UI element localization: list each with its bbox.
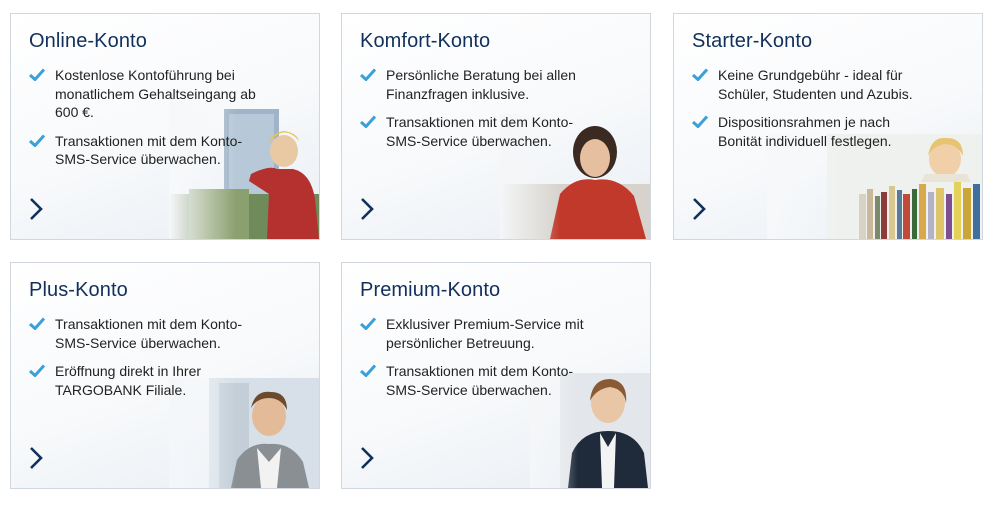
card-premium-konto[interactable]: Premium-Konto Exklusiver Premium-Service…	[341, 262, 651, 489]
check-icon	[360, 68, 376, 81]
chevron-right-icon[interactable]	[29, 197, 43, 221]
check-icon	[29, 68, 45, 81]
chevron-right-icon[interactable]	[29, 446, 43, 470]
check-icon	[360, 364, 376, 377]
check-icon	[360, 317, 376, 330]
card-starter-konto[interactable]: Starter-Konto Keine Grundgebühr - ideal …	[673, 13, 983, 240]
card-online-konto[interactable]: Online-Konto Kostenlose Kontoführung bei…	[10, 13, 320, 240]
card-plus-konto[interactable]: Plus-Konto Transaktionen mit dem Konto-S…	[10, 262, 320, 489]
chevron-right-icon[interactable]	[360, 446, 374, 470]
feature-text: Persönliche Beratung bei allen Finanzfra…	[386, 67, 576, 102]
feature-text: Dispositionsrahmen je nach Bonität indiv…	[718, 114, 892, 149]
feature-item: Transaktionen mit dem Konto-SMS-Service …	[29, 132, 259, 169]
feature-text: Keine Grundgebühr - ideal für Schüler, S…	[718, 67, 913, 102]
card-title: Starter-Konto	[692, 30, 813, 52]
check-icon	[29, 133, 45, 147]
card-komfort-konto[interactable]: Komfort-Konto Persönliche Beratung bei a…	[341, 13, 651, 240]
card-title: Online-Konto	[29, 30, 147, 52]
feature-item: Exklusiver Premium-Service mit persönlic…	[360, 315, 590, 352]
feature-text: Transaktionen mit dem Konto-SMS-Service …	[386, 114, 574, 149]
check-icon	[29, 364, 45, 377]
feature-text: Kostenlose Kontoführung bei monatlichem …	[55, 67, 256, 120]
check-icon	[692, 68, 708, 81]
check-icon	[692, 115, 708, 128]
feature-text: Transaktionen mit dem Konto-SMS-Service …	[55, 132, 243, 168]
feature-list: Persönliche Beratung bei allen Finanzfra…	[360, 66, 590, 160]
feature-item: Transaktionen mit dem Konto-SMS-Service …	[360, 362, 590, 399]
feature-item: Transaktionen mit dem Konto-SMS-Service …	[360, 113, 590, 150]
feature-text: Transaktionen mit dem Konto-SMS-Service …	[55, 316, 243, 351]
chevron-right-icon[interactable]	[360, 197, 374, 221]
feature-item: Transaktionen mit dem Konto-SMS-Service …	[29, 315, 259, 352]
feature-text: Transaktionen mit dem Konto-SMS-Service …	[386, 363, 574, 398]
feature-text: Exklusiver Premium-Service mit persönlic…	[386, 316, 584, 351]
check-icon	[29, 317, 45, 330]
feature-item: Keine Grundgebühr - ideal für Schüler, S…	[692, 66, 922, 103]
feature-text: Eröffnung direkt in Ihrer TARGOBANK Fili…	[55, 363, 202, 398]
chevron-right-icon[interactable]	[692, 197, 706, 221]
feature-item: Eröffnung direkt in Ihrer TARGOBANK Fili…	[29, 362, 259, 399]
feature-item: Dispositionsrahmen je nach Bonität indiv…	[692, 113, 922, 150]
feature-item: Kostenlose Kontoführung bei monatlichem …	[29, 66, 259, 122]
card-title: Premium-Konto	[360, 279, 501, 301]
feature-list: Exklusiver Premium-Service mit persönlic…	[360, 315, 590, 409]
card-title: Plus-Konto	[29, 279, 128, 301]
feature-list: Transaktionen mit dem Konto-SMS-Service …	[29, 315, 259, 409]
card-title: Komfort-Konto	[360, 30, 491, 52]
feature-list: Kostenlose Kontoführung bei monatlichem …	[29, 66, 259, 179]
feature-list: Keine Grundgebühr - ideal für Schüler, S…	[692, 66, 922, 160]
check-icon	[360, 115, 376, 128]
feature-item: Persönliche Beratung bei allen Finanzfra…	[360, 66, 590, 103]
